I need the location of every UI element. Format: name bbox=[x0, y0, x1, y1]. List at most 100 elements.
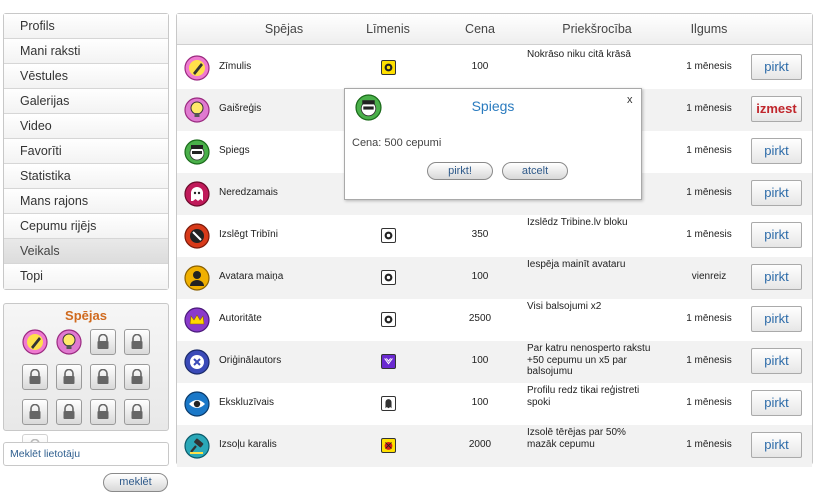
nav-item-statistika[interactable]: Statistika bbox=[4, 164, 168, 189]
gavel-icon bbox=[184, 433, 210, 459]
table-row: Izslēgt Tribīni 350 Izslēdz Tribine.lv b… bbox=[177, 215, 812, 257]
header-duration: Ilgums bbox=[690, 22, 728, 36]
eye-icon bbox=[184, 391, 210, 417]
search-button[interactable]: meklēt bbox=[103, 473, 168, 492]
lock-icon bbox=[131, 404, 143, 419]
ability-advantage: Iespēja mainīt avataru bbox=[527, 259, 626, 270]
ability-name: Avatara maiņa bbox=[219, 271, 284, 282]
ability-price: 100 bbox=[471, 61, 489, 72]
ability-slot-locked-6 bbox=[124, 364, 150, 390]
nav-item-cepumu-rijejs[interactable]: Cepumu rijējs bbox=[4, 214, 168, 239]
ability-name: Izsoļu karalis bbox=[219, 439, 277, 450]
pencil-icon bbox=[22, 329, 48, 355]
table-row: Autoritāte 2500 Visi balsojumi x2 1 mēne… bbox=[177, 299, 812, 341]
nav-item-vestules[interactable]: Vēstules bbox=[4, 64, 168, 89]
ability-name: Autoritāte bbox=[219, 313, 262, 324]
ability-name: Spiegs bbox=[219, 145, 250, 156]
header-ability: Spējas bbox=[264, 22, 304, 36]
dialog-cost: Cena: 500 cepumi bbox=[352, 137, 442, 149]
ability-name: Neredzamais bbox=[219, 187, 278, 198]
table-row: Izsoļu karalis 2000 Izsolē tērējas par 5… bbox=[177, 425, 812, 467]
ability-duration: 1 mēnesis bbox=[686, 103, 732, 114]
ability-price: 100 bbox=[471, 397, 489, 408]
nav-item-mans-rajons[interactable]: Mans rajons bbox=[4, 189, 168, 214]
header-price: Cena bbox=[465, 22, 495, 36]
buy-button[interactable]: pirkt bbox=[751, 306, 802, 332]
nav-item-profils[interactable]: Profils bbox=[4, 14, 168, 39]
ability-name: Oriģinālautors bbox=[219, 355, 282, 366]
level-icon bbox=[381, 396, 396, 411]
ability-advantage: Izsolē tērējas par 50% mazāk cepumu bbox=[527, 427, 626, 450]
ability-name: Gaišreģis bbox=[219, 103, 262, 114]
nav-item-veikals[interactable]: Veikals bbox=[4, 239, 168, 264]
lightbulb-icon bbox=[184, 97, 210, 123]
avatar-icon bbox=[184, 265, 210, 291]
ability-name: Ekskluzīvais bbox=[219, 397, 275, 408]
ability-slot-pencil[interactable] bbox=[22, 329, 48, 355]
buy-button[interactable]: pirkt bbox=[751, 138, 802, 164]
buy-button[interactable]: pirkt bbox=[751, 348, 802, 374]
user-search-field[interactable]: Meklēt lietotāju bbox=[3, 442, 169, 466]
ability-duration: 1 mēnesis bbox=[686, 229, 732, 240]
ability-slot-locked-4 bbox=[56, 364, 82, 390]
nav-item-favoriti[interactable]: Favorīti bbox=[4, 139, 168, 164]
ability-advantage: Par katru nenosperto rakstu +50 cepumu u… bbox=[527, 343, 651, 377]
ability-slot-locked-10 bbox=[124, 399, 150, 425]
lock-icon bbox=[97, 404, 109, 419]
ability-name: Izslēgt Tribīni bbox=[219, 229, 278, 240]
level-icon bbox=[381, 312, 396, 327]
level-icon bbox=[381, 228, 396, 243]
buy-button[interactable]: pirkt bbox=[751, 54, 802, 80]
level-icon bbox=[381, 60, 396, 75]
table-row: Ekskluzīvais 100 Profilu redz tikai reģi… bbox=[177, 383, 812, 425]
lock-icon bbox=[63, 369, 75, 384]
nav-item-topi[interactable]: Topi bbox=[4, 264, 168, 289]
ability-duration: 1 mēnesis bbox=[686, 313, 732, 324]
ability-duration: 1 mēnesis bbox=[686, 355, 732, 366]
ability-slot-locked-5 bbox=[90, 364, 116, 390]
discard-button[interactable]: izmest bbox=[751, 96, 802, 122]
ability-price: 100 bbox=[471, 271, 489, 282]
purchase-dialog: Spiegs x Cena: 500 cepumi pirkt! atcelt bbox=[344, 88, 642, 200]
buy-button[interactable]: pirkt bbox=[751, 264, 802, 290]
buy-button[interactable]: pirkt bbox=[751, 222, 802, 248]
lightbulb-icon bbox=[56, 329, 82, 355]
level-icon bbox=[381, 438, 396, 453]
level-icon bbox=[381, 354, 396, 369]
buy-button[interactable]: pirkt bbox=[751, 432, 802, 458]
ability-slot-locked-1 bbox=[90, 329, 116, 355]
shop-table: Spējas Līmenis Cena Priekšrocība Ilgums … bbox=[176, 13, 813, 467]
dialog-title: Spiegs bbox=[471, 98, 515, 114]
ability-duration: 1 mēnesis bbox=[686, 187, 732, 198]
close-icon[interactable]: x bbox=[627, 94, 633, 106]
header-advantage: Priekšrocība bbox=[562, 22, 632, 36]
abilities-grid bbox=[22, 329, 150, 460]
confirm-buy-button[interactable]: pirkt! bbox=[427, 162, 493, 180]
nav-item-video[interactable]: Video bbox=[4, 114, 168, 139]
ability-advantage: Profilu redz tikai reģistreti spoki bbox=[527, 385, 640, 408]
buy-button[interactable]: pirkt bbox=[751, 390, 802, 416]
spy-icon bbox=[184, 139, 210, 165]
ability-slot-locked-3 bbox=[22, 364, 48, 390]
ability-advantage: Visi balsojumi x2 bbox=[527, 301, 602, 312]
cancel-button[interactable]: atcelt bbox=[502, 162, 568, 180]
table-row: Zīmulis 100 Nokrāso niku citā krāsā 1 mē… bbox=[177, 47, 812, 89]
buy-button[interactable]: pirkt bbox=[751, 180, 802, 206]
ability-duration: 1 mēnesis bbox=[686, 145, 732, 156]
lock-icon bbox=[97, 369, 109, 384]
ability-name: Zīmulis bbox=[219, 61, 252, 72]
nav-item-galerijas[interactable]: Galerijas bbox=[4, 89, 168, 114]
pencil-icon bbox=[184, 55, 210, 81]
abilities-title: Spējas bbox=[65, 308, 107, 323]
ability-advantage: Izslēdz Tribine.lv bloku bbox=[527, 217, 628, 228]
lock-icon bbox=[131, 369, 143, 384]
ability-slot-lightbulb[interactable] bbox=[56, 329, 82, 355]
table-row: Oriģinālautors 100 Par katru nenosperto … bbox=[177, 341, 812, 383]
ability-slot-locked-2 bbox=[124, 329, 150, 355]
sidebar-nav: Profils Mani raksti Vēstules Galerijas V… bbox=[3, 13, 169, 290]
crown-icon bbox=[184, 307, 210, 333]
mute-icon bbox=[184, 223, 210, 249]
lock-icon bbox=[97, 334, 109, 349]
nav-item-mani-raksti[interactable]: Mani raksti bbox=[4, 39, 168, 64]
ability-duration: vienreiz bbox=[691, 271, 727, 282]
